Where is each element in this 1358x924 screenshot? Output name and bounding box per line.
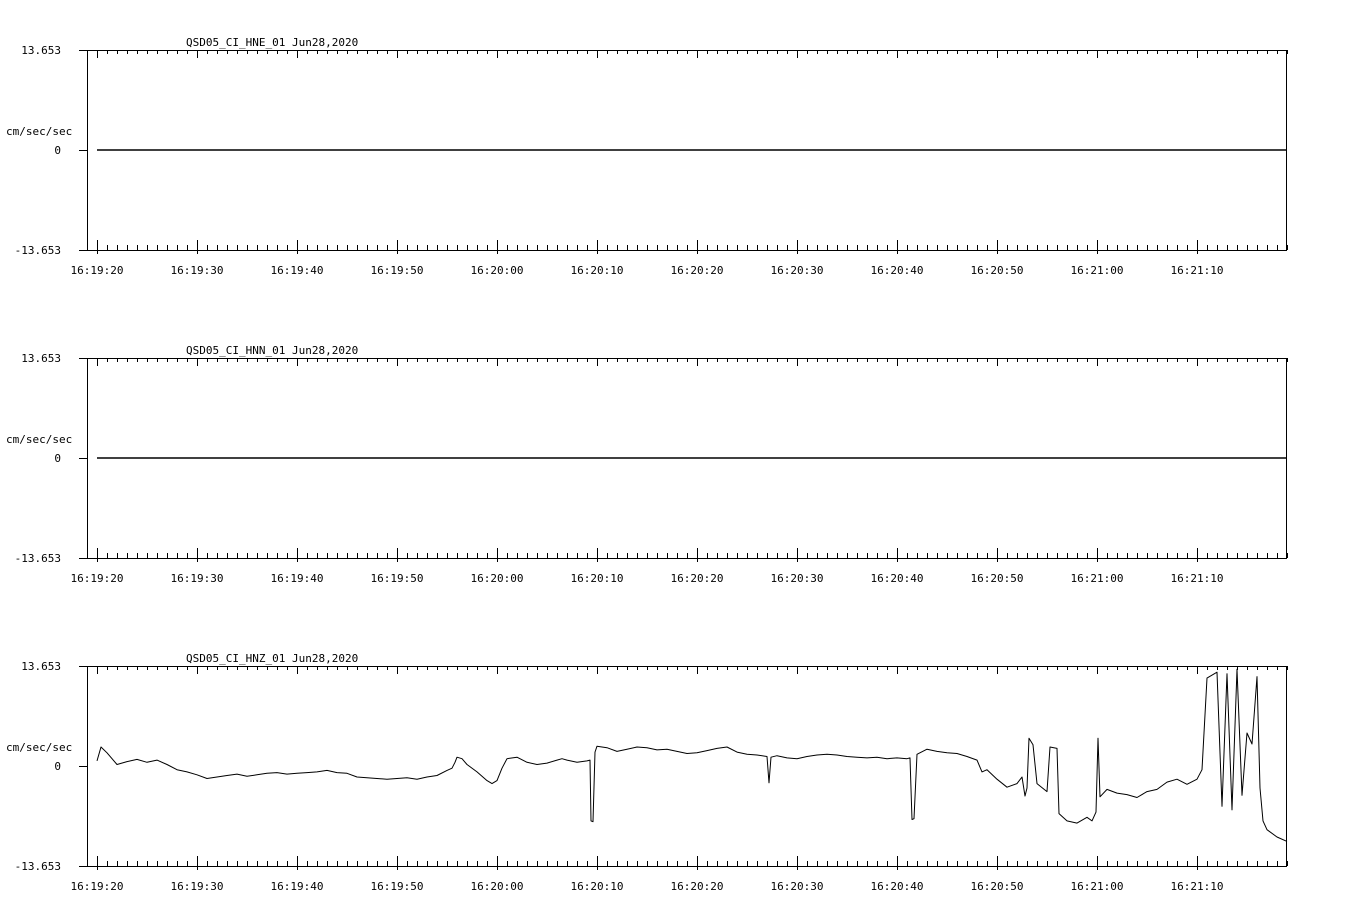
- y-tick-label: -13.653: [15, 244, 61, 257]
- x-tick-label: 16:21:10: [1171, 880, 1224, 893]
- x-tick-label: 16:20:40: [871, 880, 924, 893]
- x-tick-label: 16:20:30: [771, 572, 824, 585]
- x-tick-label: 16:20:50: [971, 264, 1024, 277]
- x-tick-label: 16:20:00: [471, 880, 524, 893]
- x-tick-label: 16:19:40: [271, 264, 324, 277]
- channel-title: QSD05_CI_HNN_01 Jun28,2020: [186, 344, 358, 357]
- y-axis-label: cm/sec/sec: [6, 741, 72, 754]
- y-tick-label: -13.653: [15, 552, 61, 565]
- y-axis-label: cm/sec/sec: [6, 433, 72, 446]
- x-tick-label: 16:20:50: [971, 880, 1024, 893]
- x-tick-label: 16:19:30: [171, 264, 224, 277]
- x-tick-label: 16:20:50: [971, 572, 1024, 585]
- y-tick-label: -13.653: [15, 860, 61, 873]
- x-tick-label: 16:19:30: [171, 880, 224, 893]
- y-axis-label: cm/sec/sec: [6, 125, 72, 138]
- seismogram-figure: QSD05_CI_HNE_01 Jun28,2020 cm/sec/sec 13.6…: [6, 36, 1288, 893]
- x-tick-label: 16:19:40: [271, 572, 324, 585]
- y-tick-label: 0: [54, 760, 61, 773]
- x-tick-label: 16:20:00: [471, 572, 524, 585]
- x-tick-label: 16:19:50: [371, 880, 424, 893]
- channel-panel-1: QSD05_CI_HNN_01 Jun28,2020 cm/sec/sec 13.6…: [6, 344, 1288, 585]
- x-tick-label: 16:19:20: [71, 572, 124, 585]
- x-tick-label: 16:21:10: [1171, 264, 1224, 277]
- channel-panel-0: QSD05_CI_HNE_01 Jun28,2020 cm/sec/sec 13.6…: [6, 36, 1288, 277]
- y-tick-label: 0: [54, 452, 61, 465]
- x-tick-label: 16:19:20: [71, 264, 124, 277]
- x-tick-label: 16:19:50: [371, 572, 424, 585]
- y-tick-label: 13.653: [21, 352, 61, 365]
- y-tick-label: 13.653: [21, 44, 61, 57]
- channel-title: QSD05_CI_HNZ_01 Jun28,2020: [186, 652, 358, 665]
- x-tick-label: 16:20:40: [871, 264, 924, 277]
- x-tick-label: 16:20:10: [571, 572, 624, 585]
- x-tick-label: 16:19:20: [71, 880, 124, 893]
- plot-frame: [87, 666, 1287, 867]
- x-tick-label: 16:21:00: [1071, 880, 1124, 893]
- x-tick-label: 16:20:00: [471, 264, 524, 277]
- x-tick-label: 16:20:10: [571, 264, 624, 277]
- x-tick-label: 16:19:50: [371, 264, 424, 277]
- x-tick-label: 16:20:30: [771, 264, 824, 277]
- x-tick-label: 16:21:00: [1071, 264, 1124, 277]
- x-tick-label: 16:19:40: [271, 880, 324, 893]
- y-tick-label: 13.653: [21, 660, 61, 673]
- x-tick-label: 16:20:20: [671, 264, 724, 277]
- x-tick-label: 16:20:20: [671, 880, 724, 893]
- x-tick-label: 16:21:00: [1071, 572, 1124, 585]
- x-tick-label: 16:20:20: [671, 572, 724, 585]
- channel-panel-2: QSD05_CI_HNZ_01 Jun28,2020 cm/sec/sec 13.6…: [6, 652, 1288, 893]
- y-tick-label: 0: [54, 144, 61, 157]
- x-tick-label: 16:20:30: [771, 880, 824, 893]
- x-tick-label: 16:20:40: [871, 572, 924, 585]
- x-tick-label: 16:19:30: [171, 572, 224, 585]
- x-tick-label: 16:20:10: [571, 880, 624, 893]
- channel-title: QSD05_CI_HNE_01 Jun28,2020: [186, 36, 358, 49]
- x-tick-label: 16:21:10: [1171, 572, 1224, 585]
- waveform-trace: [96, 668, 1288, 842]
